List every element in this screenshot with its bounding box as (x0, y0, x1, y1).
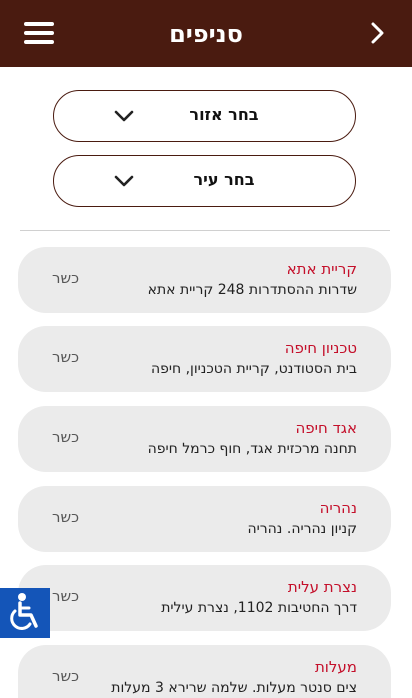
divider (20, 230, 390, 231)
kosher-label: כשר (52, 667, 80, 685)
branch-card[interactable]: מעלות צים סנטר מעלות. שלמה שרירא 3 מעלות… (18, 645, 391, 698)
accessibility-button[interactable] (0, 588, 50, 638)
branch-name: נצרת עלית (287, 578, 357, 596)
chevron-down-icon (114, 110, 134, 122)
branch-address: דרך החטיבות 1102, נצרת עילית (161, 600, 357, 616)
region-select-label: בחר אזור (189, 105, 259, 124)
wheelchair-icon (10, 593, 38, 630)
branch-name: טכניון חיפה (284, 339, 357, 357)
region-select[interactable]: בחר אזור (53, 90, 356, 142)
kosher-label: כשר (52, 348, 80, 366)
branch-name: אגד חיפה (295, 419, 358, 437)
branch-card[interactable]: נהריה קניון נהריה. נהריה כשר (18, 486, 391, 552)
branch-address: שדרות ההסתדרות 248 קריית אתא (147, 282, 357, 298)
kosher-label: כשר (52, 428, 80, 446)
branch-name: מעלות (314, 658, 357, 676)
hamburger-menu-icon[interactable] (24, 22, 54, 44)
branch-name: קריית אתא (286, 260, 357, 278)
app-header: סניפים (0, 0, 412, 67)
chevron-right-icon[interactable] (364, 20, 390, 46)
page-title: סניפים (169, 19, 243, 48)
branch-address: צים סנטר מעלות. שלמה שרירא 3 מעלות (111, 680, 357, 696)
branch-address: קניון נהריה. נהריה (247, 521, 357, 537)
kosher-label: כשר (52, 508, 80, 526)
city-select-label: בחר עיר (193, 170, 255, 189)
branch-card[interactable]: נצרת עלית דרך החטיבות 1102, נצרת עילית כ… (18, 565, 391, 631)
branch-card[interactable]: קריית אתא שדרות ההסתדרות 248 קריית אתא כ… (18, 247, 391, 313)
chevron-down-icon (114, 175, 134, 187)
branch-card[interactable]: טכניון חיפה בית הסטודנט, קריית הטכניון, … (18, 326, 391, 392)
branch-address: בית הסטודנט, קריית הטכניון, חיפה (150, 361, 357, 377)
kosher-label: כשר (52, 587, 80, 605)
branch-address: תחנה מרכזית אגד, חוף כרמל חיפה (147, 441, 357, 457)
kosher-label: כשר (52, 269, 80, 287)
branch-card[interactable]: אגד חיפה תחנה מרכזית אגד, חוף כרמל חיפה … (18, 406, 391, 472)
branch-name: נהריה (319, 499, 357, 517)
city-select[interactable]: בחר עיר (53, 155, 356, 207)
